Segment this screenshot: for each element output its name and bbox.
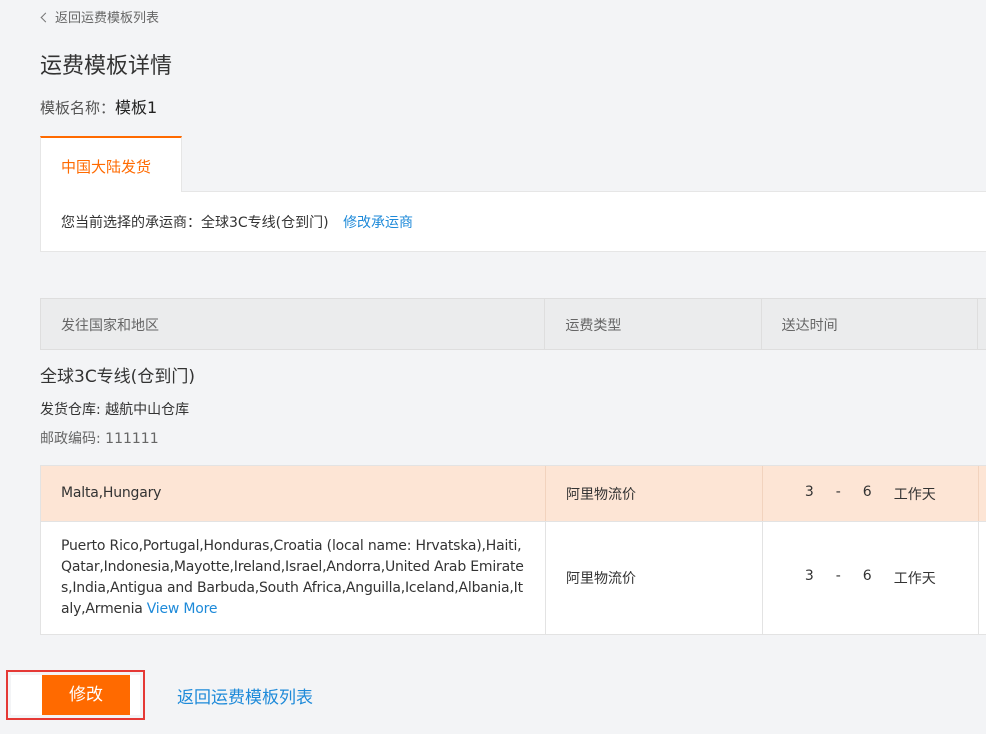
edit-button-callout: 修改 [6,670,145,720]
countries-text: Puerto Rico,Portugal,Honduras,Croatia (l… [61,538,524,617]
shipping-type: 阿里物流价 [565,571,636,587]
warehouse-info: 发货仓库: 越航中山仓库 [40,402,190,418]
header-extra [978,299,986,349]
group-carrier-name: 全球3C专线(仓到门) [40,367,195,387]
delivery-dash: - [835,568,841,584]
delivery-time: 3 - 6 工作天 [805,484,936,504]
zip-code: 邮政编码: 111111 [40,431,159,447]
destination-countries: Puerto Rico,Portugal,Honduras,Croatia (l… [61,536,531,620]
table-header: 发往国家和地区 运费类型 送达时间 [40,298,986,350]
delivery-unit: 工作天 [893,486,936,503]
table-row: Puerto Rico,Portugal,Honduras,Croatia (l… [40,521,986,635]
carrier-panel: 您当前选择的承运商：全球3C专线(仓到门) 修改承运商 [40,191,986,252]
tab-label: 中国大陆发货 [61,158,152,176]
header-destination: 发往国家和地区 [41,299,546,349]
delivery-unit: 工作天 [893,571,936,587]
back-link-label: 返回运费模板列表 [55,11,160,26]
view-more-link[interactable]: View More [147,601,218,617]
change-carrier-link[interactable]: 修改承运商 [343,215,413,231]
tab-china-mainland[interactable]: 中国大陆发货 [40,136,182,192]
carrier-name: 全球3C专线(仓到门) [201,215,329,231]
delivery-min: 3 [804,568,814,584]
destination-countries: Malta,Hungary [61,485,162,501]
delivery-max: 6 [862,483,872,500]
shipping-type: 阿里物流价 [565,486,636,503]
template-name-value: 模板1 [115,98,158,117]
page-title: 运费模板详情 [40,54,173,79]
header-shipping-type: 运费类型 [545,299,762,349]
header-delivery-time: 送达时间 [762,299,978,349]
delivery-min: 3 [804,483,814,500]
template-name: 模板名称：模板1 [40,94,157,118]
chevron-left-icon [40,12,51,22]
edit-button[interactable]: 修改 [42,675,130,715]
delivery-max: 6 [862,568,872,584]
delivery-time: 3 - 6 工作天 [805,568,936,588]
template-name-label: 模板名称： [40,99,116,117]
carrier-label: 您当前选择的承运商： [61,215,201,231]
delivery-dash: - [835,483,841,500]
back-to-list-bottom-link[interactable]: 返回运费模板列表 [177,683,313,708]
back-to-list-link[interactable]: 返回运费模板列表 [40,7,160,26]
table-row: Malta,Hungary 阿里物流价 3 - 6 工作天 [40,465,986,522]
